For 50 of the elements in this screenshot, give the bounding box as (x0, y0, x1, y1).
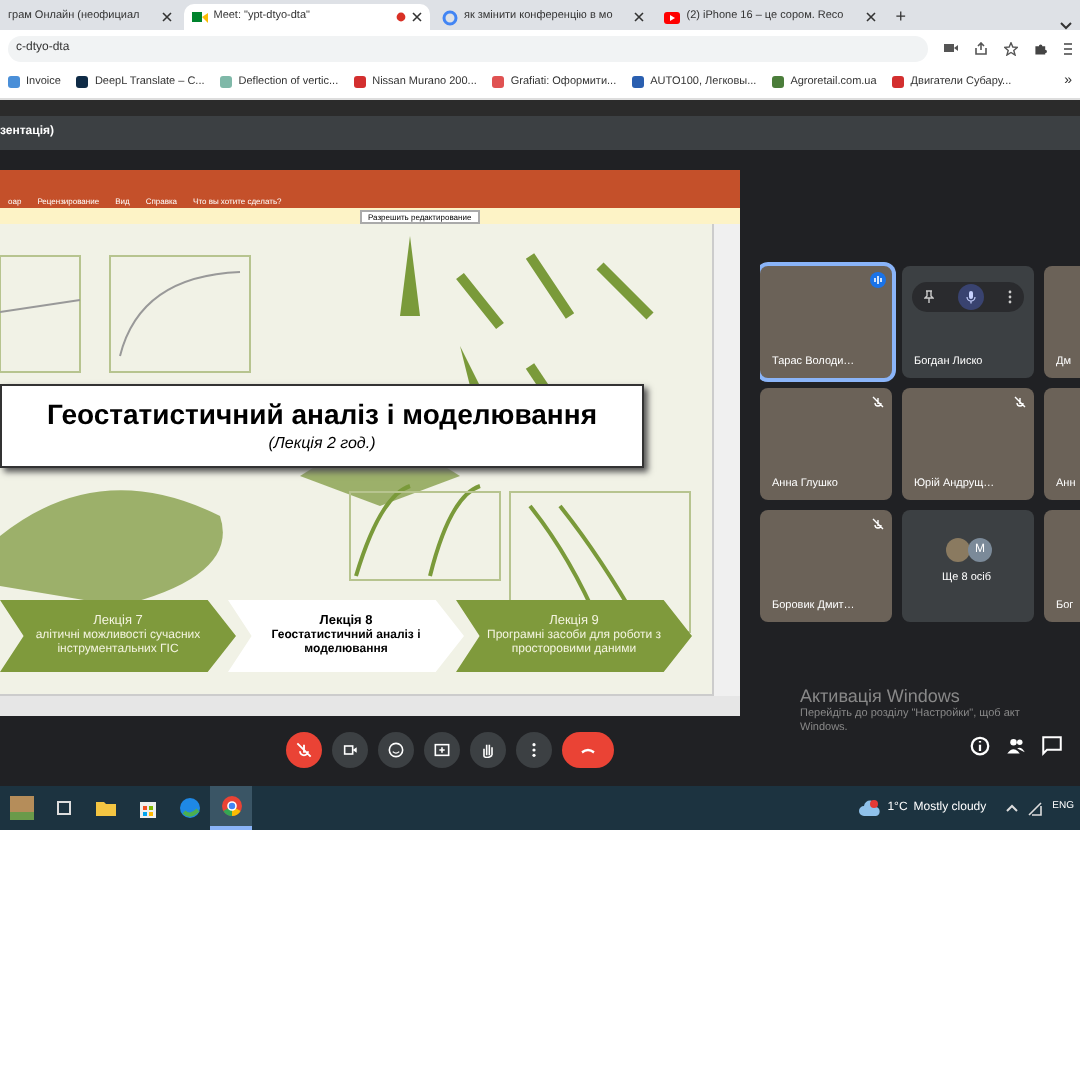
star-icon[interactable] (1004, 41, 1018, 55)
puzzle-icon[interactable] (1034, 41, 1048, 55)
more-icon (526, 742, 542, 758)
close-icon[interactable] (865, 12, 876, 22)
info-icon[interactable] (970, 736, 990, 756)
chrome-icon (219, 794, 243, 818)
photo-placeholder (9, 796, 33, 820)
camera-button[interactable] (332, 732, 368, 768)
mic-button[interactable] (958, 284, 984, 310)
activation-title: Активація Windows (800, 684, 960, 707)
camera-icon[interactable] (944, 42, 958, 54)
scrollbar[interactable] (712, 224, 740, 696)
slide-title: Геостатистичний аналіз і моделювання (47, 397, 597, 431)
store-icon (135, 796, 159, 820)
new-tab-button[interactable]: + (887, 4, 915, 30)
more-button[interactable] (516, 732, 552, 768)
hand-icon (480, 742, 496, 758)
pin-icon[interactable] (924, 290, 934, 304)
microphone-icon (966, 290, 976, 304)
folder-icon (93, 796, 117, 820)
end-button[interactable] (562, 732, 614, 768)
present-icon (434, 742, 450, 758)
meet-icon (191, 9, 208, 25)
muted-mic-icon (296, 742, 312, 758)
task-view-icon (51, 796, 75, 820)
close-icon[interactable] (634, 12, 645, 22)
taskbar-app[interactable] (210, 786, 252, 830)
close-icon[interactable] (161, 12, 172, 22)
mic-button[interactable] (286, 732, 322, 768)
chevron-up-icon[interactable] (1006, 804, 1019, 812)
cloud-icon (857, 799, 882, 817)
camera-icon (342, 742, 358, 758)
recording-icon (395, 12, 406, 22)
slide-subtitle: (Лекція 2 год.) (268, 431, 376, 455)
share-icon[interactable] (974, 41, 988, 55)
hand-button[interactable] (470, 732, 506, 768)
network-icon[interactable] (1028, 801, 1043, 815)
play-icon (664, 9, 681, 25)
close-icon[interactable] (411, 12, 422, 22)
menu-icon[interactable] (1064, 41, 1072, 55)
present-button[interactable] (424, 732, 460, 768)
google-icon (441, 9, 458, 25)
emoji-button[interactable] (378, 732, 414, 768)
audio-level-icon (870, 272, 886, 288)
people-icon[interactable] (1006, 736, 1026, 756)
emoji-icon (388, 742, 404, 758)
edge-icon (177, 796, 201, 820)
avatar-placeholder (946, 538, 970, 562)
chat-icon[interactable] (1042, 736, 1062, 756)
chevron-down-icon[interactable] (1060, 22, 1072, 30)
